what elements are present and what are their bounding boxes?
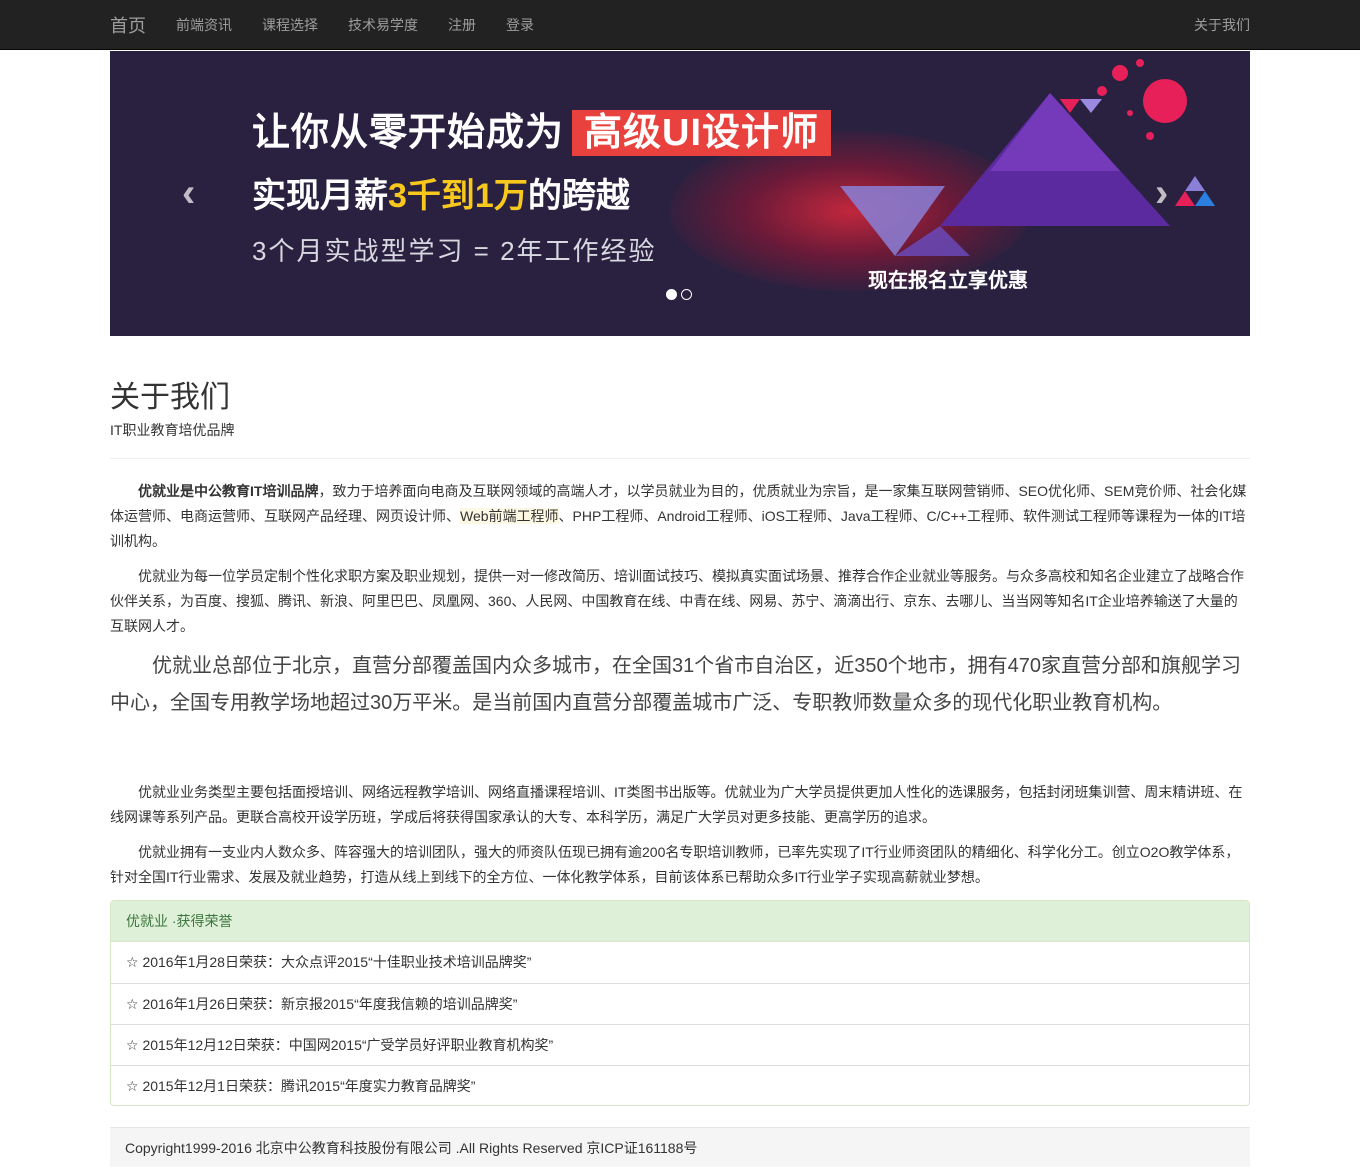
- carousel-indicator-1[interactable]: [666, 289, 677, 300]
- banner-cta: 现在报名立享优惠: [868, 270, 1028, 292]
- about-paragraph-4: 优就业业务类型主要包括面授培训、网络远程教学培训、网络直播课程培训、IT类图书出…: [110, 784, 1243, 825]
- carousel-indicators: [666, 289, 692, 300]
- section-divider: [110, 458, 1250, 459]
- carousel-next-button[interactable]: ›: [1155, 171, 1168, 216]
- nav-home-link[interactable]: 首页: [110, 12, 146, 38]
- chevron-left-icon: ‹: [182, 171, 196, 215]
- page-footer: Copyright1999-2016 北京中公教育科技股份有限公司 .All R…: [110, 1127, 1250, 1167]
- about-paragraph-1-mark: Web前端工程师: [460, 508, 559, 524]
- nav-link-difficulty[interactable]: 技术易学度: [348, 15, 418, 35]
- about-subtitle: IT职业教育培优品牌: [110, 422, 235, 438]
- banner-tagline: 3个月实战型学习 = 2年工作经验: [252, 236, 657, 266]
- banner-salary-b: 3千到1万: [388, 177, 528, 215]
- banner-headline-highlight: 高级UI设计师: [572, 110, 832, 156]
- banner-salary-line: 实现月薪3千到1万的跨越: [252, 168, 630, 217]
- carousel-prev-button[interactable]: ‹: [182, 171, 195, 216]
- honor-item: ☆ 2016年1月28日荣获：大众点评2015“十佳职业技术培训品牌奖”: [126, 954, 532, 970]
- about-paragraph-1: 优就业是中公教育IT培训品牌，致力于培养面向电商及互联网领域的高端人才，以学员就…: [110, 479, 1250, 554]
- banner-salary-a: 实现月薪: [252, 177, 388, 215]
- nav-link-news[interactable]: 前端资讯: [176, 15, 232, 35]
- top-navbar: 首页 前端资讯 课程选择 技术易学度 注册 登录 关于我们: [0, 0, 1360, 50]
- about-paragraph-5: 优就业拥有一支业内人数众多、阵容强大的培训团队，强大的师资队伍现已拥有逾200名…: [110, 844, 1240, 885]
- nav-link-login[interactable]: 登录: [506, 15, 534, 35]
- honor-item: ☆ 2015年12月12日荣获：中国网2015“广受学员好评职业教育机构奖”: [111, 1024, 1249, 1065]
- about-paragraph-2: 优就业为每一位学员定制个性化求职方案及职业规划，提供一对一修改简历、培训面试技巧…: [110, 568, 1244, 634]
- nav-left-group: 首页 前端资讯 课程选择 技术易学度 注册 登录: [110, 0, 564, 50]
- carousel-indicator-2[interactable]: [681, 289, 692, 300]
- about-title: 关于我们: [110, 381, 230, 414]
- banner-salary-c: 的跨越: [527, 177, 630, 215]
- nav-right-group: 关于我们: [1194, 0, 1250, 50]
- triangle-decoration-icon: [840, 59, 1215, 256]
- honors-panel: 优就业 ·获得荣誉 ☆ 2016年1月28日荣获：大众点评2015“十佳职业技术…: [110, 900, 1250, 1106]
- chevron-right-icon: ›: [1155, 171, 1169, 215]
- about-paragraph-3: 优就业总部位于北京，直营分部覆盖国内众多城市，在全国31个省市自治区，近350个…: [110, 655, 1241, 714]
- hero-carousel[interactable]: 让你从零开始成为 高级UI设计师 实现月薪3千到1万的跨越 3个月实战型学习 = …: [110, 51, 1250, 336]
- honors-heading: 优就业 ·获得荣誉: [111, 901, 1249, 942]
- nav-link-courses[interactable]: 课程选择: [262, 15, 318, 35]
- nav-link-about[interactable]: 关于我们: [1194, 15, 1250, 35]
- nav-link-register[interactable]: 注册: [448, 15, 476, 35]
- honor-item: ☆ 2015年12月1日荣获：腾讯2015“年度实力教育品牌奖”: [111, 1065, 1249, 1105]
- about-paragraph-1-bold: 优就业是中公教育IT培训品牌: [138, 483, 319, 499]
- banner-headline-prefix: 让你从零开始成为: [252, 112, 565, 154]
- banner-headline: 让你从零开始成为 高级UI设计师: [252, 101, 832, 156]
- honor-item: ☆ 2016年1月26日荣获：新京报2015“年度我信赖的培训品牌奖”: [111, 983, 1249, 1024]
